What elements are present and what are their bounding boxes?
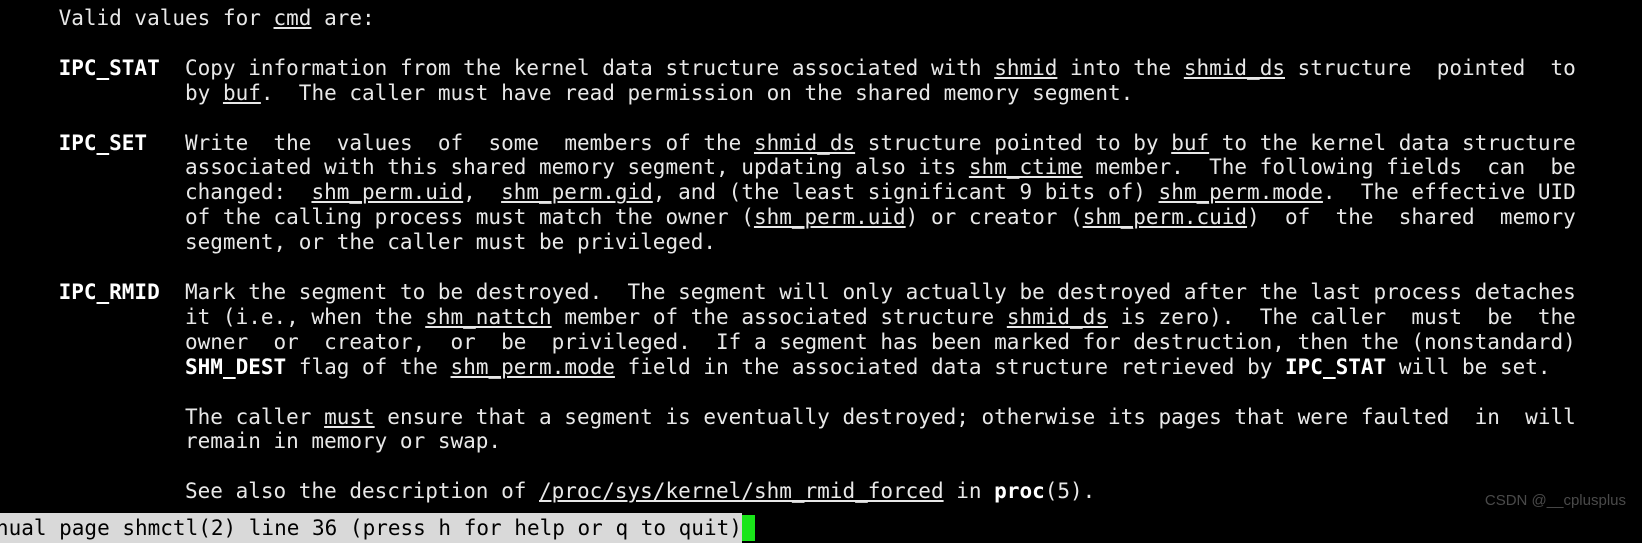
terminal-cursor xyxy=(741,515,755,541)
underlined-term: shm_perm.mode xyxy=(450,354,615,379)
text-run: field in the associated data structure r… xyxy=(614,354,1286,379)
pager-status-text: Manual page shmctl(2) line 36 (press h f… xyxy=(0,513,742,543)
text-run xyxy=(8,380,21,404)
text-run: structure pointed to by xyxy=(855,130,1172,155)
text-run: , and (the least significant 9 bits of) xyxy=(652,180,1159,205)
man-page-line xyxy=(0,106,1642,131)
bold-term: IPC_STAT xyxy=(58,55,160,80)
text-run: in xyxy=(943,479,995,504)
text-run: Mark the segment to be destroyed. The se… xyxy=(159,279,1576,304)
man-page-line: IPC_SET Write the values of some members… xyxy=(0,131,1642,156)
man-page-line: owner or creator, or be privileged. If a… xyxy=(0,330,1642,355)
text-run: The caller xyxy=(8,404,325,429)
text-run: , xyxy=(463,180,502,205)
text-run: remain in memory or swap. xyxy=(8,429,502,454)
text-run: into the xyxy=(1057,55,1184,80)
underlined-term: buf xyxy=(222,80,261,105)
man-page-line: The caller must ensure that a segment is… xyxy=(0,405,1642,430)
man-page-line: it (i.e., when the shm_nattch member of … xyxy=(0,305,1642,330)
text-run: segment, or the caller must be privilege… xyxy=(8,230,717,255)
terminal-screen: Valid values for cmd are: IPC_STAT Copy … xyxy=(0,0,1642,543)
text-run: by xyxy=(8,80,223,105)
man-page-line: Valid values for cmd are: xyxy=(0,6,1642,31)
text-run: associated with this shared memory segme… xyxy=(8,155,969,180)
text-run: is zero). The caller must be the xyxy=(1107,304,1576,329)
underlined-term: shm_perm.mode xyxy=(1158,180,1323,205)
text-run xyxy=(8,56,59,80)
bold-term: proc xyxy=(994,479,1045,504)
text-run: of the calling process must match the ow… xyxy=(8,205,754,230)
text-run: member. The following fields can be xyxy=(1082,155,1576,180)
text-run: to the kernel data structure xyxy=(1209,130,1576,155)
man-page-line: segment, or the caller must be privilege… xyxy=(0,230,1642,255)
text-run: . The caller must have read permission o… xyxy=(260,80,1134,105)
text-run: . The effective UID xyxy=(1322,180,1576,205)
text-run: it (i.e., when the xyxy=(8,304,426,329)
man-page-line: IPC_STAT Copy information from the kerne… xyxy=(0,56,1642,81)
man-page-line xyxy=(0,31,1642,56)
text-run xyxy=(8,355,185,379)
text-run: structure pointed to xyxy=(1285,55,1576,80)
text-run: See also the description of xyxy=(8,479,540,504)
bold-term: IPC_STAT xyxy=(1285,354,1387,379)
underlined-term: shm_perm.uid xyxy=(753,205,906,230)
underlined-term: shmid xyxy=(994,55,1058,80)
man-page-line: by buf. The caller must have read permis… xyxy=(0,81,1642,106)
man-page-line: IPC_RMID Mark the segment to be destroye… xyxy=(0,280,1642,305)
underlined-term: /proc/sys/kernel/shm_rmid_forced xyxy=(539,479,944,504)
text-run: Valid values for xyxy=(8,6,274,30)
underlined-term: shm_perm.cuid xyxy=(1082,205,1248,230)
watermark-label: CSDN @__cplusplus xyxy=(1484,492,1626,509)
underlined-term: shm_perm.gid xyxy=(501,180,653,205)
pager-status-line: Manual page shmctl(2) line 36 (press h f… xyxy=(0,513,1642,543)
man-page-line: associated with this shared memory segme… xyxy=(0,155,1642,180)
text-run: will be set. xyxy=(1386,354,1551,379)
man-page-viewport[interactable]: Valid values for cmd are: IPC_STAT Copy … xyxy=(0,0,1642,511)
man-page-line xyxy=(0,454,1642,479)
bold-term: IPC_RMID xyxy=(58,279,160,304)
text-run: are: xyxy=(311,6,375,30)
man-page-line: SHM_DEST flag of the shm_perm.mode field… xyxy=(0,355,1642,380)
underlined-term: shm_perm.uid xyxy=(311,180,464,205)
text-run: member of the associated structure xyxy=(551,304,1007,329)
underlined-term: shmid_ds xyxy=(753,130,856,155)
text-run: flag of the xyxy=(286,354,451,379)
text-run: changed: xyxy=(8,180,312,205)
text-run: owner or creator, or be privileged. If a… xyxy=(8,329,1576,354)
underlined-term: shmid_ds xyxy=(1183,55,1285,80)
underlined-term: shm_ctime xyxy=(968,155,1083,180)
underlined-term: must xyxy=(324,404,375,429)
text-run xyxy=(8,131,59,155)
text-run: ensure that a segment is eventually dest… xyxy=(374,404,1576,429)
man-page-line: of the calling process must match the ow… xyxy=(0,205,1642,230)
underlined-term: buf xyxy=(1171,130,1210,155)
text-run xyxy=(8,280,59,304)
man-page-line xyxy=(0,255,1642,280)
text-run: Write the values of some members of the xyxy=(147,130,754,155)
underlined-term: shm_nattch xyxy=(425,304,552,329)
text-run xyxy=(8,255,21,279)
man-page-line: See also the description of /proc/sys/ke… xyxy=(0,479,1642,504)
text-run xyxy=(8,106,21,130)
text-run xyxy=(8,454,21,478)
text-run: Copy information from the kernel data st… xyxy=(159,55,995,80)
underlined-term: shmid_ds xyxy=(1006,304,1108,329)
underlined-term: cmd xyxy=(273,6,312,30)
text-run: ) of the shared memory xyxy=(1247,205,1576,230)
man-page-line: remain in memory or swap. xyxy=(0,429,1642,454)
bold-term: IPC_SET xyxy=(58,130,148,155)
text-run xyxy=(8,31,21,55)
man-page-line: changed: shm_perm.uid, shm_perm.gid, and… xyxy=(0,180,1642,205)
man-page-line xyxy=(0,380,1642,405)
text-run: ) or creator ( xyxy=(905,205,1083,230)
bold-term: SHM_DEST xyxy=(185,354,287,379)
text-run: (5). xyxy=(1044,479,1096,504)
